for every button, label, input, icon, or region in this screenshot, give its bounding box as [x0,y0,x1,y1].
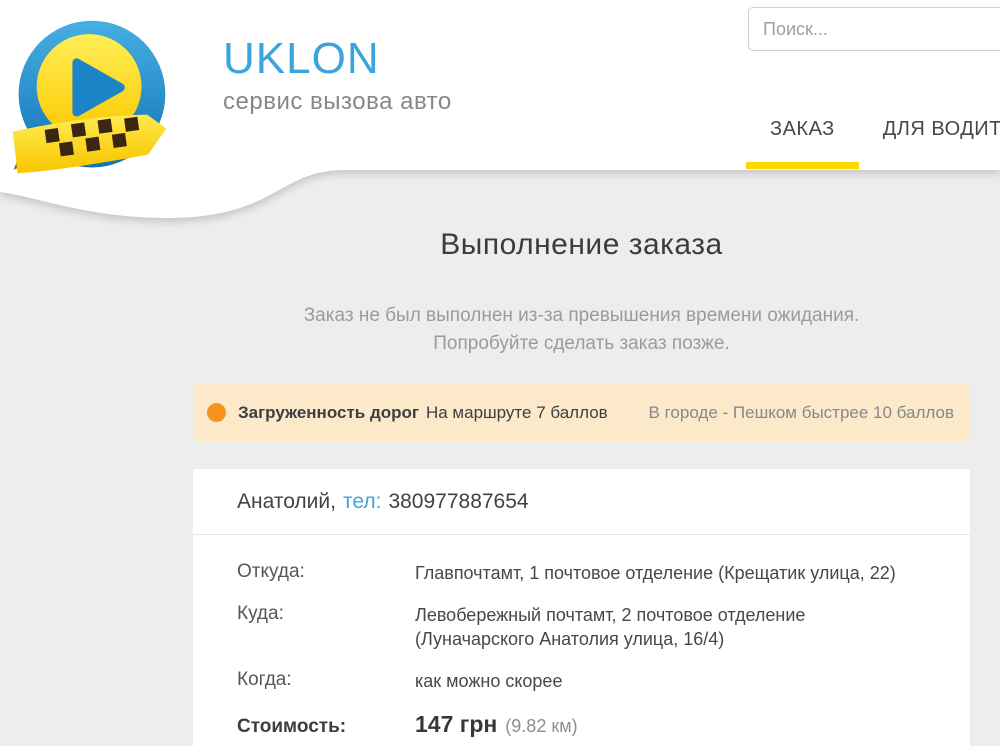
from-label: Откуда: [237,561,415,585]
phone-label: тел: [343,490,381,514]
search-input[interactable] [748,7,1000,51]
to-label: Куда: [237,603,415,651]
cost-amount: 147 грн [415,711,497,738]
brand-name: UKLON [223,36,452,82]
client-row: Анатолий, тел: 380977887654 [193,469,970,534]
cost-value: 147 грн (9.82 км) [415,711,578,738]
detail-row-when: Когда: как можно скорее [237,669,926,693]
brand-text: UKLON сервис вызова авто [223,36,452,116]
detail-row-cost: Стоимость: 147 грн (9.82 км) [237,711,926,738]
traffic-alert-bar: Загруженность дорог На маршруте 7 баллов… [193,384,970,441]
detail-row-to: Куда: Левобережный почтамт, 2 почтовое о… [237,603,926,651]
when-label: Когда: [237,669,415,693]
order-status-message: Заказ не был выполнен из-за превышения в… [193,302,970,358]
phone-number: 380977887654 [388,490,528,514]
traffic-label: Загруженность дорог [238,403,419,423]
from-value: Главпочтамт, 1 почтовое отделение (Креща… [415,561,896,585]
cost-label: Стоимость: [237,716,415,738]
uklon-logo-icon[interactable] [10,16,172,178]
cost-distance: (9.82 км) [505,716,577,737]
to-value: Левобережный почтамт, 2 почтовое отделен… [415,603,805,651]
main-content: Выполнение заказа Заказ не был выполнен … [193,170,970,746]
tab-for-drivers[interactable]: ДЛЯ ВОДИТЕЛЕЙ [859,118,1000,169]
when-value: как можно скорее [415,669,562,693]
main-nav: ЗАКАЗ ДЛЯ ВОДИТЕЛЕЙ [746,118,1000,169]
tab-order[interactable]: ЗАКАЗ [746,118,859,169]
order-details: Откуда: Главпочтамт, 1 почтовое отделени… [193,535,970,746]
client-name: Анатолий, [237,490,336,514]
status-message-line2: Попробуйте сделать заказ позже. [193,330,970,358]
order-details-card: Анатолий, тел: 380977887654 Откуда: Глав… [193,469,970,746]
traffic-level-icon [207,403,226,422]
header: UKLON сервис вызова авто ЗАКАЗ ДЛЯ ВОДИТ… [0,0,1000,240]
traffic-route-text: На маршруте 7 баллов [426,403,608,423]
brand-tagline: сервис вызова авто [223,88,452,116]
traffic-city-text: В городе - Пешком быстрее 10 баллов [649,403,956,423]
detail-row-from: Откуда: Главпочтамт, 1 почтовое отделени… [237,561,926,585]
status-message-line1: Заказ не был выполнен из-за превышения в… [193,302,970,330]
